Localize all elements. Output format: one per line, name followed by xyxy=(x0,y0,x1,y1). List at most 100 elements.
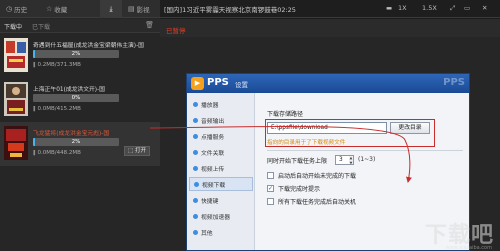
nav-icon xyxy=(193,197,198,203)
download-path-input[interactable]: E:\ppsfile\download xyxy=(267,122,387,134)
star-icon: ☆ xyxy=(46,5,53,13)
download-item-selected[interactable]: 飞龙猛将(成龙洪金宝元彪)-国 2% ‖ 0.0MB/448.2MB ⬚ 打开 xyxy=(0,122,160,166)
progress-bar: 2% xyxy=(33,138,119,146)
pps-logo-icon: ▶ xyxy=(191,77,204,90)
nav-icon xyxy=(193,133,198,139)
max-tasks-label: 同时开始下载任务上限 xyxy=(267,158,328,165)
pps-logo-text: PPS xyxy=(207,77,229,88)
zoom-label[interactable]: 1X xyxy=(398,4,407,12)
nav-item-vod-service[interactable]: 点播服务 xyxy=(189,129,253,143)
item-title: 奇遇到什五福屋(成龙洪金宝梁朝伟主演)-国 xyxy=(33,43,144,49)
tab-history[interactable]: ◷ 历史 xyxy=(6,0,27,18)
item-size: 0.0MB/448.2MB xyxy=(37,150,81,156)
dialog-title: 设置 xyxy=(235,81,248,89)
pause-icon[interactable]: ‖ xyxy=(33,62,36,68)
dialog-titlebar[interactable]: ▶ PPS 设置 PPS xyxy=(187,74,469,93)
folder-icon: ⬚ xyxy=(128,148,134,154)
item-meta: ‖ 0.2MB/371.3MB xyxy=(33,62,81,68)
open-button[interactable]: ⬚ 打开 xyxy=(124,146,150,156)
nav-item-label: 快捷键 xyxy=(201,198,219,205)
nav-item-file-association[interactable]: 文件关联 xyxy=(189,145,253,159)
checkbox[interactable] xyxy=(267,198,274,205)
nav-icon xyxy=(193,213,198,219)
checkbox[interactable] xyxy=(267,172,274,179)
nav-item-other[interactable]: 其他 xyxy=(189,225,253,239)
nav-icon xyxy=(193,117,198,123)
pause-icon[interactable]: ‖ xyxy=(33,106,36,112)
trash-icon[interactable]: 🗑 xyxy=(145,21,154,29)
nav-icon xyxy=(193,149,198,155)
rate-label[interactable]: 1.5X xyxy=(422,4,437,12)
option-label: 下载完成时提示 xyxy=(278,186,321,193)
nav-item-video-download[interactable]: 视频下载 xyxy=(189,177,253,191)
nav-icon xyxy=(193,165,198,171)
sidebar-tabs: ◷ 历史 ☆ 收藏 ⤓ ▤ 影视 xyxy=(0,0,160,18)
progress-label: 2% xyxy=(71,139,81,145)
player-titlebar: [国内]1习近平雾霾天视察北京南锣鼓巷02:25 ▬ 1X 1.5X ⤢ ▭ ✕ xyxy=(160,0,500,18)
path-hint: 指向的目录用于了下载视频文件 xyxy=(267,140,346,146)
paused-label: 已暂停 xyxy=(166,27,186,35)
max-tasks-range: (1~3) xyxy=(358,156,376,163)
nav-icon xyxy=(193,229,198,235)
nav-item-label: 播放器 xyxy=(201,102,219,109)
nav-item-label: 视频上传 xyxy=(201,166,225,173)
subtab-downloaded[interactable]: 已下载 xyxy=(32,22,50,31)
option-auto-shutdown[interactable]: 所有下载任务完成后自动关机 xyxy=(267,197,356,206)
path-label: 下载存储路径 xyxy=(267,111,304,118)
tab-history-label: 历史 xyxy=(14,6,28,14)
tab-video-label: 影视 xyxy=(136,6,150,14)
video-title: [国内]1习近平雾霾天视察北京南锣鼓巷02:25 xyxy=(164,6,296,14)
progress-bar: 0% xyxy=(33,94,119,102)
list-icon: ▤ xyxy=(128,5,135,13)
download-icon: ⤓ xyxy=(109,4,113,13)
download-item[interactable]: 奇遇到什五福屋(成龙洪金宝梁朝伟主演)-国 2% ‖ 0.2MB/371.3MB xyxy=(0,34,160,78)
fullscreen-icon[interactable]: ⤢ xyxy=(450,4,455,13)
site-watermark-url: www.xiazaiba.com xyxy=(445,245,492,251)
tab-video[interactable]: ▤ 影视 xyxy=(128,0,150,18)
item-meta: ‖ 0.0MB/415.2MB xyxy=(33,106,81,112)
poster-thumbnail xyxy=(4,82,28,116)
progress-bar: 2% xyxy=(33,50,119,58)
tab-favorites[interactable]: ☆ 收藏 xyxy=(46,0,67,18)
nav-item-label: 点播服务 xyxy=(201,134,225,141)
nav-item-video-accelerator[interactable]: 视频加速器 xyxy=(189,209,253,223)
poster-thumbnail xyxy=(4,38,28,72)
nav-item-hotkeys[interactable]: 快捷键 xyxy=(189,193,253,207)
item-title: 上海正午01(成龙洪文开)-国 xyxy=(33,87,105,93)
tab-favorites-label: 收藏 xyxy=(54,6,68,14)
checkbox[interactable]: ✓ xyxy=(267,185,274,192)
minimize-icon[interactable]: ▬ xyxy=(386,4,392,12)
progress-label: 2% xyxy=(71,51,81,57)
item-size: 0.2MB/371.3MB xyxy=(37,62,81,68)
item-size: 0.0MB/415.2MB xyxy=(37,106,81,112)
change-directory-button[interactable]: 更改目录 xyxy=(390,122,430,134)
download-item[interactable]: 上海正午01(成龙洪文开)-国 0% ‖ 0.0MB/415.2MB xyxy=(0,78,160,122)
close-icon[interactable]: ✕ xyxy=(482,4,487,12)
item-meta: ‖ 0.0MB/448.2MB xyxy=(33,150,81,156)
spinner-arrows-icon[interactable]: ▲ ▼ xyxy=(349,155,354,165)
clock-icon: ◷ xyxy=(6,5,13,13)
nav-item-audio-output[interactable]: 音频输出 xyxy=(189,113,253,127)
download-sidebar: ◷ 历史 ☆ 收藏 ⤓ ▤ 影视 下载中 已下载 🗑 奇遇到什五福屋(成龙洪金宝… xyxy=(0,0,160,251)
pps-watermark: PPS xyxy=(443,77,465,88)
screen-icon[interactable]: ▭ xyxy=(464,4,470,12)
nav-item-label: 视频加速器 xyxy=(201,214,230,221)
nav-item-label: 音频输出 xyxy=(201,118,225,125)
nav-item-label: 其他 xyxy=(201,230,213,237)
divider xyxy=(267,150,463,151)
subtab-downloading[interactable]: 下载中 xyxy=(4,22,22,31)
option-complete-notify[interactable]: ✓ 下载完成时提示 xyxy=(267,184,320,193)
pause-icon[interactable]: ‖ xyxy=(33,150,36,156)
progress-label: 0% xyxy=(71,95,81,101)
settings-nav: 播放器 音频输出 点播服务 文件关联 视频上传 视频下载 快捷键 视频加速器 其… xyxy=(187,93,255,250)
download-subtabs: 下载中 已下载 🗑 xyxy=(0,19,160,33)
option-auto-resume[interactable]: 启动后自动开始未完成的下载 xyxy=(267,171,356,180)
nav-item-video-upload[interactable]: 视频上传 xyxy=(189,161,253,175)
option-label: 启动后自动开始未完成的下载 xyxy=(278,173,357,180)
tab-download[interactable]: ⤓ xyxy=(100,0,122,18)
nav-icon xyxy=(193,101,198,107)
nav-item-label: 视频下载 xyxy=(202,182,226,189)
nav-icon xyxy=(194,181,199,187)
poster-thumbnail xyxy=(4,126,28,160)
nav-item-player[interactable]: 播放器 xyxy=(189,97,253,111)
